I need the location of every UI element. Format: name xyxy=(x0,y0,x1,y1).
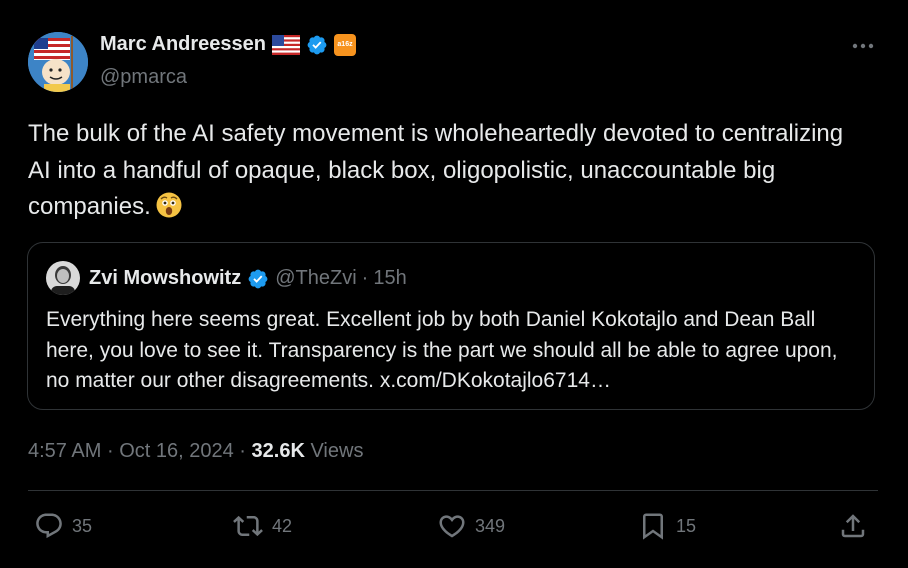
quote-author-name[interactable]: Zvi Mowshowitz xyxy=(89,267,241,290)
share-icon xyxy=(841,514,865,538)
quote-avatar-image xyxy=(46,261,80,295)
author-handle[interactable]: @pmarca xyxy=(100,66,187,89)
like-count: 349 xyxy=(475,515,506,536)
quoted-tweet-card[interactable]: Zvi Mowshowitz @TheZvi · 15h Everything … xyxy=(27,242,875,410)
tweet-date[interactable]: Oct 16, 2024 xyxy=(119,440,234,462)
quote-verified-badge-icon[interactable] xyxy=(247,268,269,290)
tweet-text: The bulk of the AI safety movement is wh… xyxy=(28,120,844,220)
meta-separator: · xyxy=(106,440,114,462)
quote-timestamp[interactable]: 15h xyxy=(373,267,406,290)
quote-author-handle[interactable]: @TheZvi xyxy=(275,267,356,290)
views-label[interactable]: Views xyxy=(310,440,363,462)
action-divider xyxy=(28,490,878,491)
views-count[interactable]: 32.6K xyxy=(252,440,305,462)
share-button[interactable] xyxy=(838,508,868,544)
repost-count: 42 xyxy=(272,515,293,536)
reply-button[interactable]: 35 xyxy=(34,508,92,544)
verified-badge-icon[interactable] xyxy=(306,34,328,56)
bookmark-count: 15 xyxy=(676,515,697,536)
reply-count: 35 xyxy=(72,515,93,536)
repost-icon xyxy=(233,515,263,537)
bookmark-icon xyxy=(643,513,663,540)
astonished-face-emoji-icon xyxy=(155,191,183,231)
like-button[interactable]: 349 xyxy=(437,508,505,544)
tweet-time[interactable]: 4:57 AM xyxy=(28,440,101,462)
quote-text: Everything here seems great. Excellent j… xyxy=(46,308,838,392)
us-flag-icon xyxy=(272,34,300,55)
more-options-button[interactable] xyxy=(846,34,880,58)
meta-separator: · xyxy=(239,440,246,462)
quote-header: Zvi Mowshowitz @TheZvi · 15h xyxy=(89,267,407,290)
tweet-body: The bulk of the AI safety movement is wh… xyxy=(28,116,868,231)
author-avatar[interactable] xyxy=(28,32,88,92)
quote-author-avatar[interactable] xyxy=(46,261,80,295)
reply-icon xyxy=(36,513,62,539)
repost-button[interactable]: 42 xyxy=(232,508,292,544)
author-name-row[interactable]: Marc Andreessen a16z xyxy=(100,33,356,56)
bookmark-button[interactable]: 15 xyxy=(638,508,696,544)
quote-separator: · xyxy=(361,267,369,289)
more-dots-icon xyxy=(852,43,874,49)
heart-icon xyxy=(439,515,465,538)
avatar-image xyxy=(28,32,88,92)
affiliation-badge[interactable]: a16z xyxy=(334,33,356,56)
author-name[interactable]: Marc Andreessen xyxy=(100,33,266,56)
tweet-meta: 4:57 AM · Oct 16, 2024 · 32.6K Views xyxy=(28,440,363,463)
